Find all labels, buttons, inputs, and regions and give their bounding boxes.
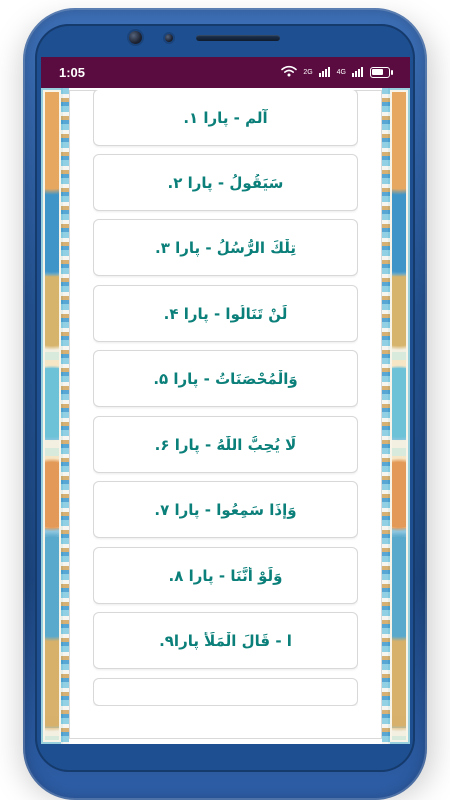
- battery-icon: [370, 66, 393, 78]
- signal-icon-secondary: [352, 66, 364, 79]
- list-item[interactable]: وَإِذَا سَمِعُوا - پارا ۷.: [93, 481, 358, 538]
- network-label-4g: 4G: [336, 68, 346, 76]
- list-item[interactable]: لَا يُحِبُّ اللّٰهُ - پارا ۶.: [93, 416, 358, 473]
- list-item[interactable]: وَالْمُحْصَنَاتُ - پارا ۵.: [93, 350, 358, 407]
- sensor-icon: [165, 34, 173, 42]
- device-screen: 1:05 2G 4G آلم - پارا ۱. سَیَقُولُ - پار…: [41, 57, 410, 744]
- left-inner-ornament: [61, 88, 69, 744]
- list-item-label: تِلْكَ الرُّسُلُ - پارا ۳.: [155, 238, 296, 257]
- network-label-2g: 2G: [303, 68, 313, 76]
- list-item[interactable]: آلم - پارا ۱.: [93, 90, 358, 146]
- list-item-label: لَنْ تَنَالُوا - پارا ۴.: [163, 304, 288, 323]
- right-ornament-border: [388, 88, 410, 744]
- screenshot-canvas: 1:05 2G 4G آلم - پارا ۱. سَیَقُولُ - پار…: [0, 0, 450, 800]
- list-item-label: وَالْمُحْصَنَاتُ - پارا ۵.: [153, 369, 298, 388]
- list-item-label: وَلَوْ أَنَّنَا - پارا ۸.: [168, 566, 283, 585]
- right-inner-ornament: [382, 88, 390, 744]
- status-time: 1:05: [59, 65, 86, 80]
- para-list: آلم - پارا ۱. سَیَقُولُ - پارا ۲. تِلْكَ…: [93, 90, 358, 706]
- bottom-spacer: [41, 700, 410, 744]
- list-item-label: سَیَقُولُ - پارا ۲.: [167, 173, 284, 192]
- wifi-icon: [281, 65, 298, 79]
- list-item[interactable]: لَنْ تَنَالُوا - پارا ۴.: [93, 285, 358, 342]
- content-frame: آلم - پارا ۱. سَیَقُولُ - پارا ۲. تِلْكَ…: [69, 90, 382, 739]
- left-ornament-border: [41, 88, 63, 744]
- status-bar: 1:05 2G 4G: [41, 57, 410, 88]
- battery-level: [372, 68, 383, 75]
- signal-icon: [318, 66, 331, 79]
- status-icons: 2G 4G: [281, 65, 393, 79]
- list-item[interactable]: وَلَوْ أَنَّنَا - پارا ۸.: [93, 547, 358, 604]
- list-item[interactable]: سَیَقُولُ - پارا ۲.: [93, 154, 358, 211]
- list-item-label: وَإِذَا سَمِعُوا - پارا ۷.: [154, 500, 297, 519]
- list-item-label: ا - قَالَ الْمَلَأُ پارا۹.: [159, 631, 292, 650]
- earpiece-speaker: [196, 35, 280, 41]
- list-item-label: لَا يُحِبُّ اللّٰهُ - پارا ۶.: [154, 435, 297, 454]
- list-item[interactable]: ا - قَالَ الْمَلَأُ پارا۹.: [93, 612, 358, 669]
- front-camera-icon: [129, 31, 142, 44]
- list-item-label: آلم - پارا ۱.: [183, 108, 268, 127]
- list-item[interactable]: تِلْكَ الرُّسُلُ - پارا ۳.: [93, 219, 358, 276]
